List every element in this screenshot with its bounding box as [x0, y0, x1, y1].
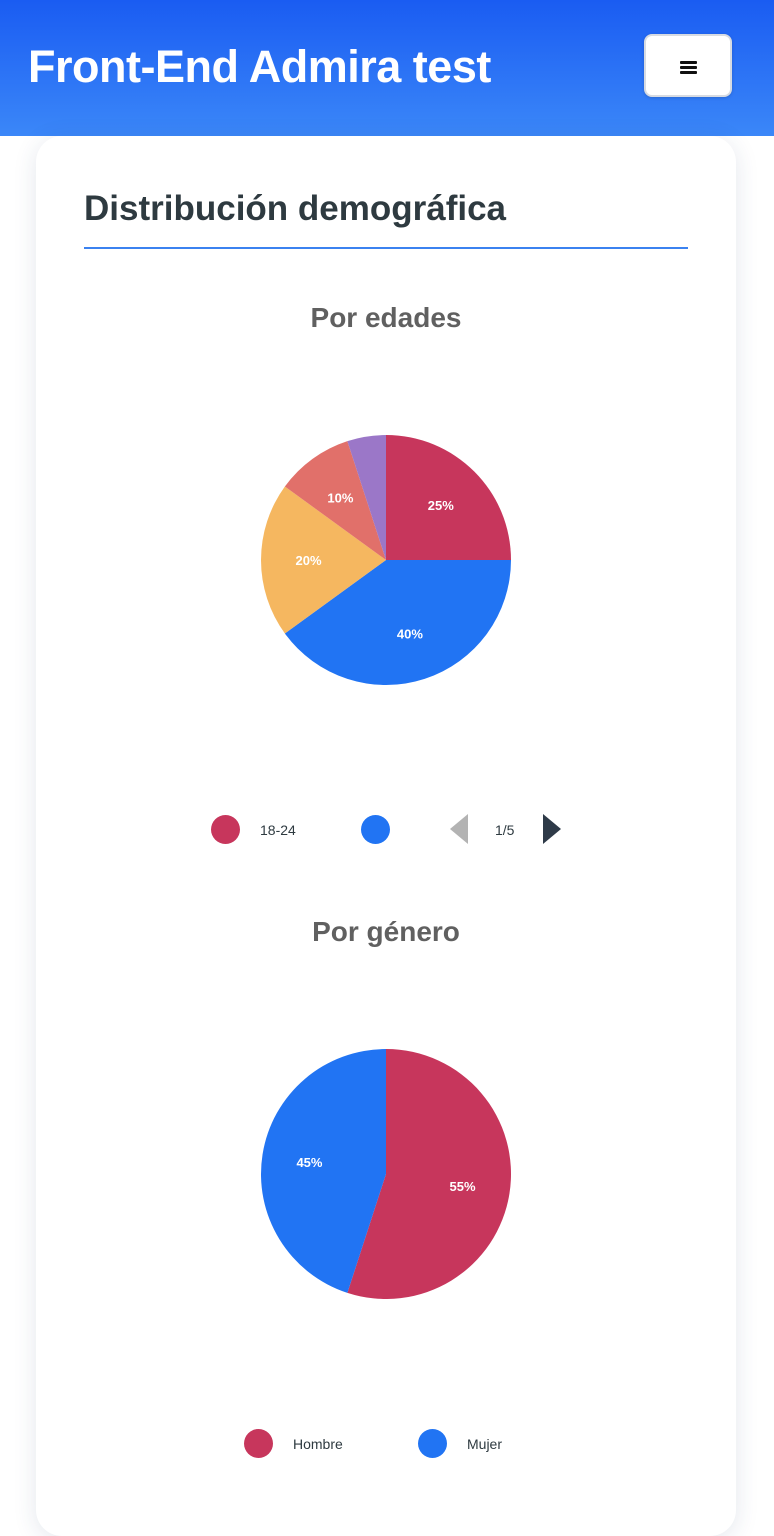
legend-prev-arrow-icon[interactable] — [450, 814, 468, 844]
age-pie-slice-label-2: 20% — [295, 553, 321, 568]
legend-label-mujer[interactable]: Mujer — [467, 1435, 502, 1453]
age-pie-slice-label-1: 40% — [397, 627, 423, 642]
legend-dot-second[interactable] — [361, 815, 390, 844]
age-pie-slice-label-3: 10% — [327, 490, 353, 505]
legend-dot-18-24[interactable] — [211, 815, 240, 844]
hamburger-icon — [680, 61, 697, 74]
legend-dot-mujer[interactable] — [418, 1429, 447, 1458]
section-divider — [84, 247, 688, 249]
demographics-card: Distribución demográfica Por edades 25% 4… — [36, 136, 736, 1536]
section-title: Distribución demográfica — [84, 189, 507, 228]
menu-button[interactable] — [644, 34, 732, 97]
gender-chart-title: Por género — [312, 916, 460, 947]
gender-pie-slice-label-1: 45% — [296, 1155, 322, 1170]
legend-dot-hombre[interactable] — [244, 1429, 273, 1458]
legend-label-hombre[interactable]: Hombre — [293, 1435, 343, 1453]
age-pie-slice-label-0: 25% — [428, 498, 454, 513]
app-title: Front-End Admira test — [28, 41, 491, 92]
gender-pie-slice-label-0: 55% — [450, 1179, 476, 1194]
app-header: Front-End Admira test — [0, 0, 774, 136]
legend-label-18-24[interactable]: 18-24 — [260, 821, 296, 839]
legend-page-indicator: 1/5 — [495, 822, 515, 838]
gender-pie-chart: 55% 45% — [261, 1049, 511, 1299]
age-pie-chart: 25% 40% 20% 10% — [261, 435, 511, 685]
legend-next-arrow-icon[interactable] — [543, 814, 561, 844]
age-chart-title: Por edades — [310, 302, 462, 333]
